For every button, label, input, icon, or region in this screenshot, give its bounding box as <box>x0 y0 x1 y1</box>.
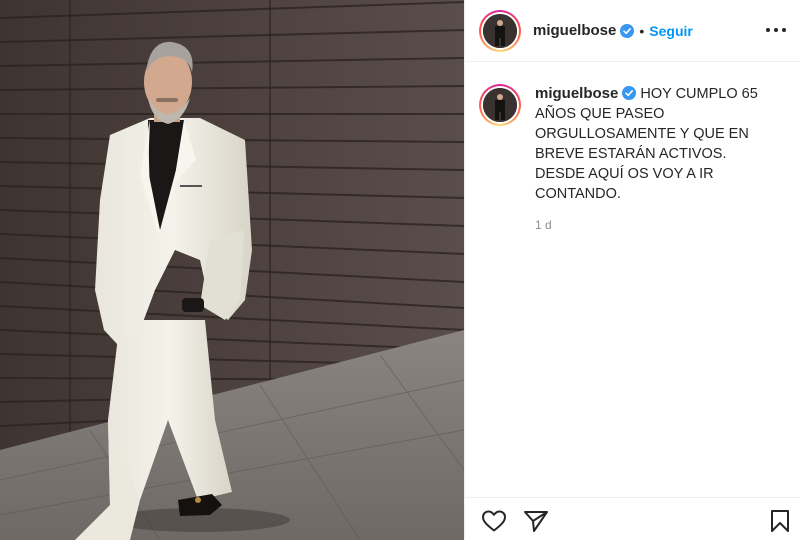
more-options-icon[interactable] <box>766 20 786 40</box>
caption-row: miguelbose HOY CUMPLO 65 AÑOS QUE PASEO … <box>479 84 786 204</box>
post-side-panel: miguelbose • Seguir miguelbose HOY CUMPL… <box>464 0 800 540</box>
heart-icon[interactable] <box>481 509 507 533</box>
post-photo-illustration <box>0 0 464 540</box>
follow-button[interactable]: Seguir <box>649 23 693 39</box>
caption-username[interactable]: miguelbose <box>535 85 618 102</box>
avatar[interactable] <box>479 9 521 52</box>
caption-section: miguelbose HOY CUMPLO 65 AÑOS QUE PASEO … <box>465 62 800 232</box>
avatar-image <box>483 13 517 48</box>
bookmark-icon[interactable] <box>769 509 795 533</box>
caption-avatar[interactable] <box>479 84 521 126</box>
post-photo[interactable] <box>0 0 464 540</box>
post-header: miguelbose • Seguir <box>465 0 800 62</box>
caption-avatar-image <box>483 88 517 122</box>
action-bar <box>465 497 800 540</box>
caption-text-block: miguelbose HOY CUMPLO 65 AÑOS QUE PASEO … <box>535 84 775 204</box>
post-timestamp[interactable]: 1 d <box>535 218 786 232</box>
caption-text: HOY CUMPLO 65 AÑOS QUE PASEO ORGULLOSAME… <box>535 86 758 202</box>
verified-badge-icon <box>622 86 637 100</box>
verified-badge-icon <box>620 23 635 38</box>
header-separator: • <box>639 22 645 39</box>
share-icon[interactable] <box>523 509 549 533</box>
header-username[interactable]: miguelbose <box>533 22 616 39</box>
